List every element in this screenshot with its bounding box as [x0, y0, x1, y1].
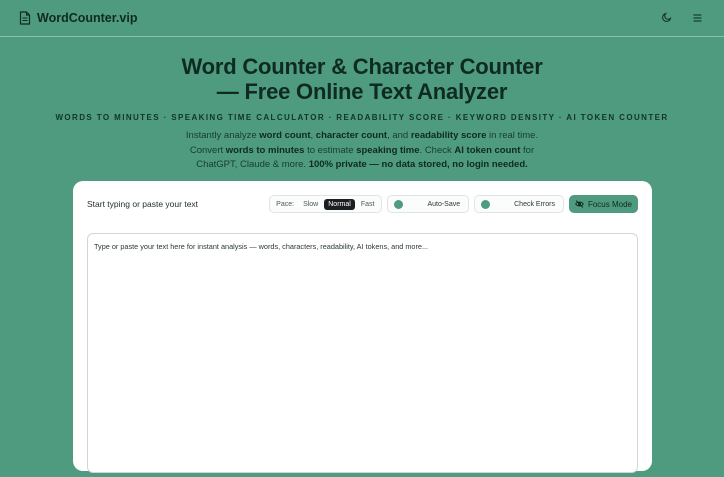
check-errors-label: Check Errors: [514, 200, 555, 208]
desc-bold: word count: [259, 130, 311, 141]
pace-selector: Pace: Slow Normal Fast: [269, 195, 383, 213]
text-input-wrapper: [87, 233, 638, 473]
menu-button[interactable]: [689, 10, 705, 26]
desc-bold: AI token count: [454, 144, 521, 156]
desc-bold: words to minutes: [225, 144, 305, 156]
desc-text: to estimate: [304, 144, 357, 156]
hero-section: Word Counter & Character Counter — Free …: [0, 54, 724, 173]
top-navbar: WordCounter.vip: [0, 0, 724, 37]
editor-toolbar: Start typing or paste your text Pace: Sl…: [73, 181, 652, 227]
hamburger-menu-icon: [693, 9, 702, 27]
pace-label: Pace:: [276, 200, 295, 208]
desc-text: , and: [387, 130, 411, 141]
focus-mode-label: Focus Mode: [587, 199, 632, 209]
editor-label: Start typing or paste your text: [87, 199, 199, 209]
toggle-knob: [394, 199, 404, 209]
auto-save-toggle[interactable]: Auto-Save: [387, 195, 470, 213]
brand-name: WordCounter.vip: [37, 11, 138, 25]
desc-bold: readability score: [410, 130, 487, 141]
brand-logo-link[interactable]: WordCounter.vip: [19, 11, 137, 25]
toggle-knob: [481, 199, 491, 209]
desc-bold: character count: [315, 130, 388, 141]
feature-subtitle: WORDS TO MINUTES · SPEAKING TIME CALCULA…: [55, 113, 669, 122]
text-input[interactable]: [88, 234, 637, 472]
desc-text: . Check: [419, 144, 455, 156]
hero-description: Instantly analyze word count, character …: [172, 129, 552, 173]
page-title: Word Counter & Character Counter — Free …: [181, 54, 543, 104]
pace-option-normal[interactable]: Normal: [324, 198, 355, 210]
eye-off-icon: [575, 195, 584, 213]
focus-mode-button[interactable]: Focus Mode: [568, 195, 638, 213]
desc-text: Instantly analyze: [185, 130, 260, 141]
auto-save-label: Auto-Save: [427, 200, 461, 208]
document-icon: [19, 11, 31, 25]
theme-toggle-button[interactable]: [659, 10, 675, 26]
desc-bold: speaking time: [356, 144, 420, 156]
pace-option-slow[interactable]: Slow: [299, 199, 322, 210]
desc-bold: 100% private — no data stored, no login …: [308, 159, 528, 170]
moon-icon: [662, 9, 672, 27]
editor-card: Start typing or paste your text Pace: Sl…: [73, 181, 652, 473]
pace-option-fast[interactable]: Fast: [357, 199, 379, 210]
check-errors-toggle[interactable]: Check Errors: [474, 195, 564, 213]
